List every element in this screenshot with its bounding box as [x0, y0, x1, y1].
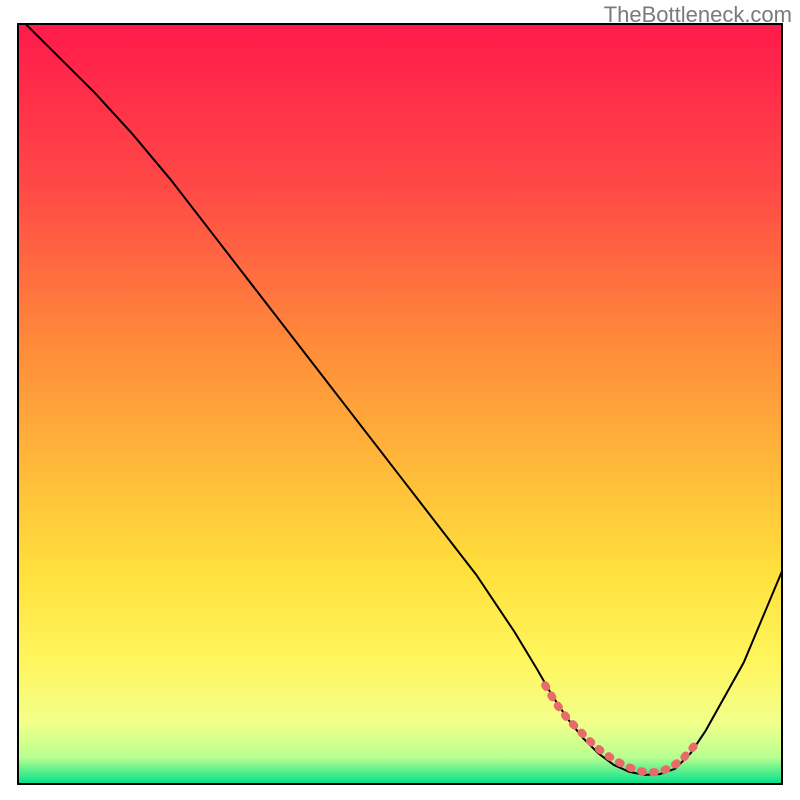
gradient-background [18, 24, 782, 784]
chart-stage: TheBottleneck.com [0, 0, 800, 800]
watermark-text: TheBottleneck.com [604, 2, 792, 28]
bottleneck-chart [0, 0, 800, 800]
